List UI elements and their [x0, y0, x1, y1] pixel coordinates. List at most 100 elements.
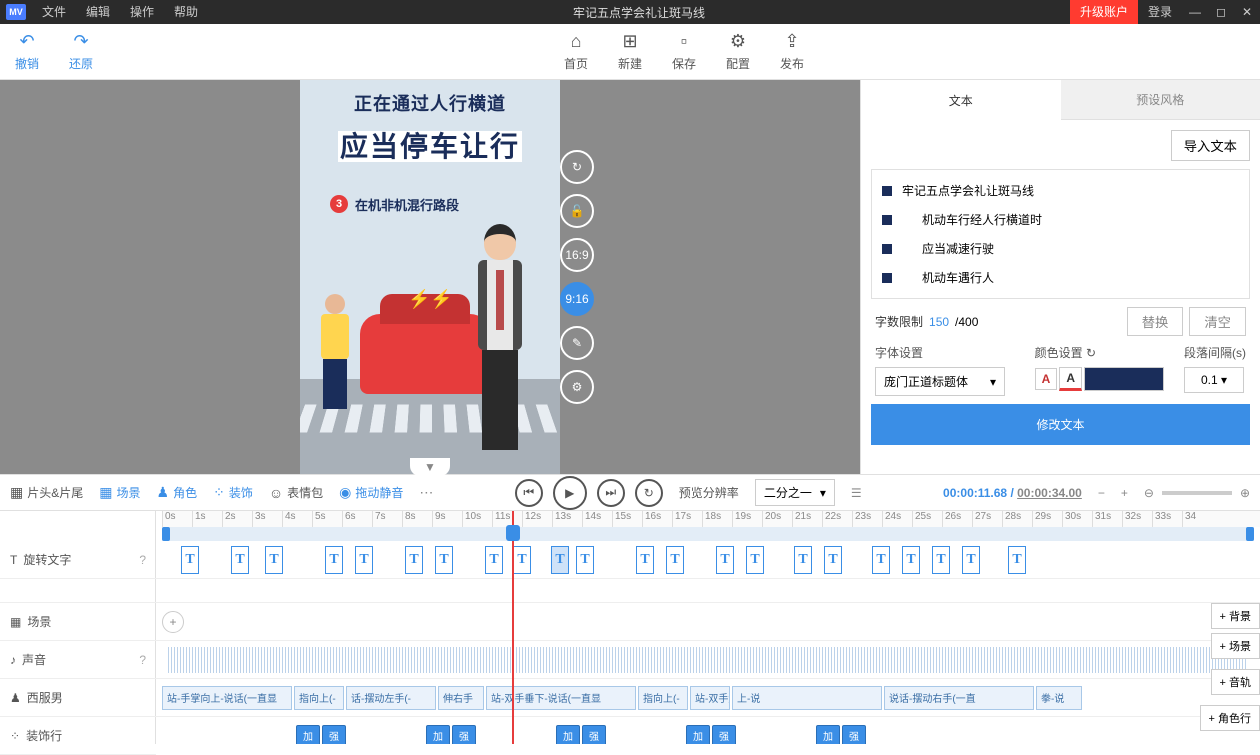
gap-input[interactable]: 0.1 ▾ [1184, 367, 1244, 393]
menu-help[interactable]: 帮助 [164, 0, 208, 24]
text-clip[interactable]: T [962, 546, 980, 574]
chevron-down-icon[interactable]: ▼ [410, 458, 450, 476]
track-label-sound[interactable]: ♪声音? [0, 641, 156, 679]
character-clip[interactable]: 指向上(- [638, 686, 688, 710]
text-clip[interactable]: T [746, 546, 764, 574]
edit-tool[interactable]: ✎ [560, 326, 594, 360]
refresh-icon[interactable]: ↻ [1086, 346, 1096, 360]
text-clip[interactable]: T [265, 546, 283, 574]
track-label-deco[interactable]: ⁘装饰行 [0, 717, 156, 755]
deco-clip[interactable]: 强 [842, 725, 866, 745]
character-clip[interactable]: 话-摆动左手(- [346, 686, 436, 710]
text-list[interactable]: 牢记五点学会礼让斑马线 机动车行经人行横道时 应当减速行驶 机动车遇行人 [871, 169, 1250, 299]
text-clip[interactable]: T [1008, 546, 1026, 574]
list-item[interactable]: 应当减速行驶 [882, 234, 1239, 263]
layers-icon[interactable]: ☰ [851, 486, 862, 500]
text-clip[interactable]: T [824, 546, 842, 574]
text-clip[interactable]: T [636, 546, 654, 574]
new-button[interactable]: ⊞新建 [603, 31, 657, 72]
menu-file[interactable]: 文件 [32, 0, 76, 24]
time-total[interactable]: 00:00:34.00 [1017, 486, 1082, 500]
menu-action[interactable]: 操作 [120, 0, 164, 24]
text-clip[interactable]: T [932, 546, 950, 574]
redo-button[interactable]: ↷还原 [54, 31, 108, 72]
add-scene-button[interactable]: + 场景 [1211, 633, 1260, 659]
track-label-scene[interactable]: ▦场景 [0, 603, 156, 641]
preview-select[interactable]: 二分之一▾ [755, 479, 835, 506]
import-text-button[interactable]: 导入文本 [1171, 130, 1250, 161]
audio-waveform[interactable] [168, 647, 1248, 673]
scene-button[interactable]: ▦场景 [99, 484, 140, 501]
deco-button[interactable]: ⁘装饰 [213, 484, 253, 501]
replace-button[interactable]: 替换 [1127, 307, 1184, 336]
scene-track[interactable]: + [156, 603, 1260, 641]
text-clip[interactable]: T [902, 546, 920, 574]
login-button[interactable]: 登录 [1138, 0, 1182, 24]
text-clip[interactable]: T [576, 546, 594, 574]
role-button[interactable]: ♟角色 [157, 484, 198, 501]
character-clip[interactable]: 说话-摆动右手(一直 [884, 686, 1034, 710]
text-clip[interactable]: T [872, 546, 890, 574]
text-clip[interactable]: T [485, 546, 503, 574]
list-item[interactable]: 牢记五点学会礼让斑马线 [882, 176, 1239, 205]
range-handle-left[interactable] [162, 527, 170, 541]
font-select[interactable]: 庞门正道标题体▾ [875, 367, 1005, 396]
deco-clip[interactable]: 强 [452, 725, 476, 745]
deco-clip[interactable]: 加 [426, 725, 450, 745]
range-handle-right[interactable] [1246, 527, 1254, 541]
deco-track[interactable]: 加强加强加强加强加强 [156, 717, 1260, 744]
text-clip[interactable]: T [325, 546, 343, 574]
prev-button[interactable]: ⏮ [515, 479, 543, 507]
text-clip[interactable]: T [435, 546, 453, 574]
text-clip[interactable]: T [231, 546, 249, 574]
clear-button[interactable]: 清空 [1189, 307, 1246, 336]
add-scene-button[interactable]: + [162, 611, 184, 633]
help-icon[interactable]: ? [139, 653, 146, 667]
home-button[interactable]: ⌂首页 [549, 31, 603, 72]
text-color-b[interactable]: A [1059, 367, 1082, 391]
lock-tool[interactable]: 🔓 [560, 194, 594, 228]
zoom-in-icon[interactable]: ⊕ [1240, 486, 1250, 500]
timeline-ruler[interactable]: 0s1s2s3s4s5s6s7s8s9s10s11s12s13s14s15s16… [162, 511, 1260, 527]
text-clip[interactable]: T [405, 546, 423, 574]
loop-button[interactable]: ↻ [635, 479, 663, 507]
add-audio-button[interactable]: + 音轨 [1211, 669, 1260, 695]
track-label-character[interactable]: ♟西服男 [0, 679, 156, 717]
list-item[interactable]: 机动车行经人行横道时 [882, 205, 1239, 234]
add-bg-button[interactable]: + 背景 [1211, 603, 1260, 629]
text-track[interactable]: TTTTTTTTTTTTTTTTTTTTTT [156, 541, 1260, 579]
character-clip[interactable]: 站-双手垂下-说话(一直显 [486, 686, 636, 710]
publish-button[interactable]: ⇪发布 [765, 31, 819, 72]
tab-preset[interactable]: 预设风格 [1061, 80, 1260, 120]
plus-icon[interactable]: + [1121, 486, 1128, 500]
refresh-tool[interactable]: ↻ [560, 150, 594, 184]
minus-icon[interactable]: − [1098, 486, 1105, 500]
help-icon[interactable]: ? [139, 553, 146, 567]
add-role-button[interactable]: + 角色行 [1200, 705, 1260, 731]
video-canvas[interactable]: 正在通过人行横道 应当停车让行 3 在机非机混行路段 ⚡⚡ [300, 80, 560, 474]
deco-clip[interactable]: 加 [296, 725, 320, 745]
modify-text-button[interactable]: 修改文本 [871, 404, 1250, 445]
timeline-range[interactable] [162, 527, 1254, 541]
drag-mute-button[interactable]: ◉拖动静音 [339, 484, 403, 501]
text-color-a[interactable]: A [1035, 368, 1058, 390]
text-clip[interactable]: T [513, 546, 531, 574]
play-button[interactable]: ▶ [553, 476, 587, 510]
deco-clip[interactable]: 加 [556, 725, 580, 745]
zoom-out-icon[interactable]: ⊖ [1144, 486, 1154, 500]
character-clip[interactable]: 拳-说 [1036, 686, 1082, 710]
character-clip[interactable]: 站-手掌向上-说话(一直显 [162, 686, 292, 710]
deco-clip[interactable]: 加 [686, 725, 710, 745]
maximize-icon[interactable]: ◻ [1208, 0, 1234, 24]
text-clip[interactable]: T [794, 546, 812, 574]
save-button[interactable]: ▫保存 [657, 31, 711, 72]
upgrade-button[interactable]: 升级账户 [1070, 0, 1138, 24]
text-clip[interactable]: T [666, 546, 684, 574]
deco-clip[interactable]: 强 [712, 725, 736, 745]
color-swatch[interactable] [1084, 367, 1164, 391]
list-item[interactable]: 机动车遇行人 [882, 263, 1239, 292]
next-button[interactable]: ⏭ [597, 479, 625, 507]
config-button[interactable]: ⚙配置 [711, 31, 765, 72]
ratio-9-16[interactable]: 9:16 [560, 282, 594, 316]
audio-track[interactable] [156, 641, 1260, 679]
